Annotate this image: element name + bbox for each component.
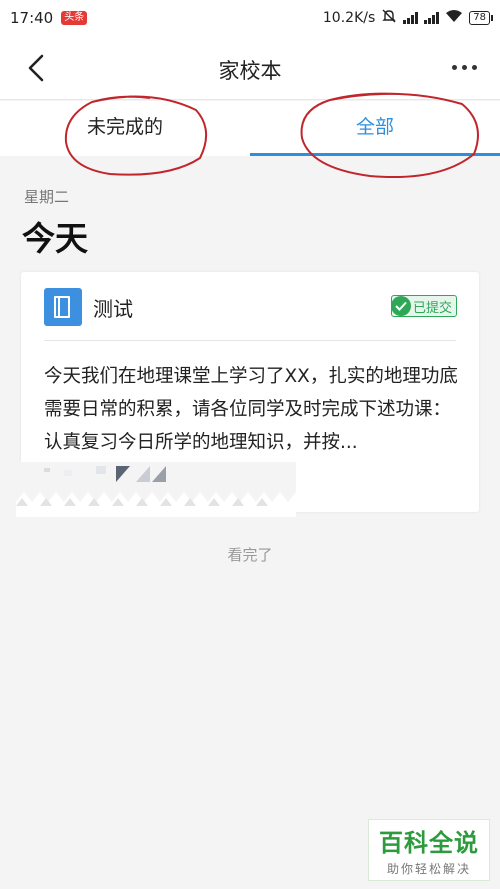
watermark-sub: 助你轻松解决 <box>386 862 471 876</box>
battery-icon: 78 <box>469 11 493 25</box>
watermark-main: 百科全说 <box>379 829 479 857</box>
status-badge-label: 已提交 <box>412 300 452 316</box>
wifi-icon <box>445 9 463 27</box>
status-badge: 已提交 <box>390 295 457 317</box>
signal-icon <box>403 12 419 24</box>
app-badge: 头条 <box>61 11 88 25</box>
end-of-list-text: 看完了 <box>227 546 273 564</box>
card-divider <box>44 340 456 341</box>
tab-all[interactable]: 全部 <box>250 101 500 156</box>
more-dot-icon <box>451 64 457 70</box>
day-heading: 今天 <box>22 219 88 258</box>
more-button[interactable] <box>444 52 484 82</box>
torn-edge-artifact <box>16 462 296 522</box>
check-circle-icon <box>390 296 411 316</box>
watermark-logo: 百科全说 助你轻松解决 <box>368 819 490 881</box>
tab-bar: 未完成的 全部 <box>0 101 500 156</box>
status-right: 10.2K/s 78 <box>322 8 493 28</box>
more-dot-icon <box>461 64 467 70</box>
tab-incomplete[interactable]: 未完成的 <box>0 101 250 156</box>
network-speed: 10.2K/s <box>322 10 376 26</box>
status-bar: 17:40 头条 10.2K/s 78 <box>0 0 500 36</box>
mute-bell-icon <box>381 8 397 28</box>
card-body-text: 今天我们在地理课堂上学习了XX，扎实的地理功底需要日常的积累，请各位同学及时完成… <box>44 366 458 453</box>
book-icon <box>44 288 82 326</box>
signal-icon-2 <box>424 12 440 24</box>
card-title: 测试 <box>93 297 133 321</box>
more-dot-icon <box>471 64 477 70</box>
nav-bar: 家校本 <box>0 36 500 100</box>
weekday-label: 星期二 <box>24 188 70 206</box>
page-title: 家校本 <box>218 59 282 83</box>
status-time: 17:40 <box>10 9 54 27</box>
